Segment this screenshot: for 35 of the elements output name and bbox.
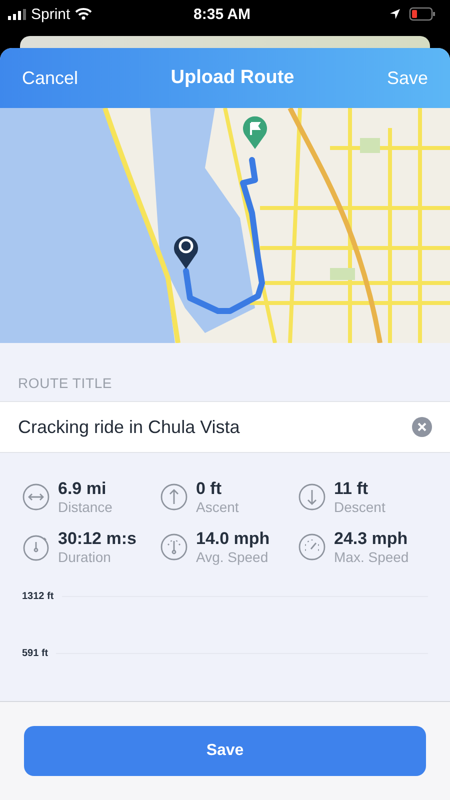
route-title-field[interactable]: Cracking ride in Chula Vista [0, 401, 450, 453]
flag-pin-icon [242, 116, 268, 150]
max-speed-icon [298, 533, 326, 561]
wifi-icon [75, 8, 92, 20]
stat-value: 30:12 m:s [58, 529, 136, 549]
save-button[interactable]: Save [386, 68, 428, 88]
stat-label: Avg. Speed [196, 549, 270, 565]
stat-label: Distance [58, 499, 112, 515]
axis-label: 591 ft [22, 648, 48, 659]
stat-label: Ascent [196, 499, 239, 515]
signal-icon [8, 8, 26, 20]
stat-label: Max. Speed [334, 549, 409, 565]
stat-value: 24.3 mph [334, 529, 409, 549]
stat-value: 6.9 mi [58, 479, 108, 499]
save-button[interactable]: Save [24, 726, 426, 776]
descent-icon [298, 483, 326, 511]
avg-speed-icon [160, 533, 188, 561]
start-pin-icon [173, 234, 199, 270]
screen-title: Upload Route [170, 67, 294, 89]
carrier-name: Sprint [31, 6, 70, 22]
stat-label: Duration [58, 549, 112, 565]
stat-label: Descent [334, 499, 386, 515]
battery-icon [409, 7, 436, 21]
cancel-button[interactable]: Cancel [22, 68, 78, 88]
status-time: 8:35 AM [194, 6, 250, 22]
stat-value: 0 ft [196, 479, 222, 499]
location-arrow-icon [389, 8, 401, 20]
ascent-icon [160, 483, 188, 511]
section-label: ROUTE TITLE [17, 374, 114, 393]
distance-icon [22, 483, 50, 511]
axis-label: 1312 ft [22, 591, 54, 602]
stat-value: 11 ft [334, 479, 370, 499]
clear-icon [412, 417, 432, 437]
stat-value: 14.0 mph [196, 529, 270, 549]
duration-icon [22, 533, 50, 561]
